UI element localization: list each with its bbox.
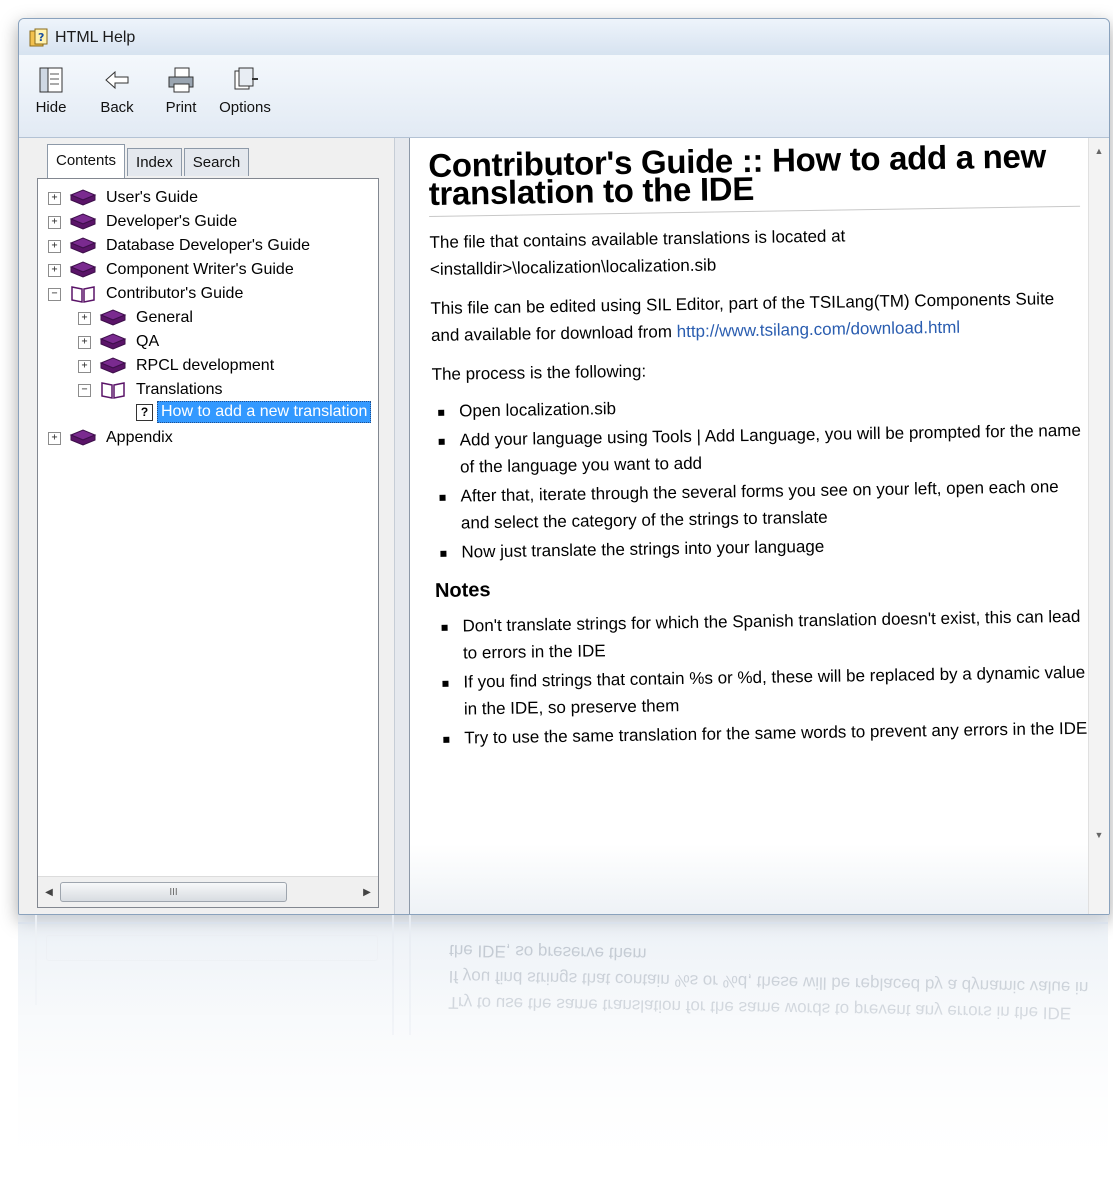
printer-icon [168,67,194,93]
tree-node-general[interactable]: + General [78,307,196,329]
scroll-up-icon[interactable]: ▲ [1089,142,1109,160]
expand-toggle[interactable]: + [48,215,61,229]
closed-book-icon [69,429,97,446]
pane-splitter[interactable] [394,138,410,914]
tree-node-users-guide[interactable]: + User's Guide [48,187,201,209]
tree-node-label: RPCL development [136,357,275,374]
open-book-icon [71,286,95,303]
page-title: Contributor's Guide :: How to add a new … [428,133,1081,217]
tree-node-label: Appendix [106,429,173,446]
tree-node-contributors-guide[interactable]: − Contributor's Guide [48,283,246,305]
topic-content: Contributor's Guide :: How to add a new … [428,133,1091,914]
content-footer-band [410,844,1089,914]
toolbar: Hide Back Print Options [19,55,1109,138]
tree-node-developers-guide[interactable]: + Developer's Guide [48,211,240,233]
scroll-down-icon[interactable]: ▼ [1089,826,1109,844]
tree-node-label: Developer's Guide [106,213,238,230]
notes-heading: Notes [434,579,491,602]
scroll-left-icon[interactable]: ◀ [40,883,58,901]
location-paragraph: The file that contains available transla… [429,226,846,279]
closed-book-icon [99,357,127,374]
editor-paragraph: This file can be edited using SIL Editor… [430,285,1082,349]
tab-contents[interactable]: Contents [47,144,126,178]
print-label: Print [165,99,197,116]
closed-book-icon [99,309,127,326]
tree-node-label: How to add a new translation [157,401,372,423]
tree-node-label: QA [136,333,160,350]
tree-node-translations[interactable]: − Translations [78,379,226,401]
expand-toggle[interactable]: + [48,263,61,277]
tree-node-label: General [136,309,193,326]
options-button[interactable]: Options [215,63,275,116]
content-vertical-scrollbar[interactable]: ▲ ▼ [1088,138,1109,914]
list-item: After that, iterate through the several … [433,473,1085,537]
expand-toggle[interactable]: + [48,239,61,253]
hide-icon [39,67,63,93]
svg-text:?: ? [38,31,44,44]
tree-horizontal-scrollbar[interactable]: ◀ III ▶ [38,876,378,907]
tab-search[interactable]: Search [183,148,250,176]
tree-node-label: Contributor's Guide [106,285,244,302]
hide-button[interactable]: Hide [21,63,81,116]
expand-toggle[interactable]: + [78,359,91,373]
options-icon [234,67,258,90]
contents-tree: + User's Guide + Developer's Guide + Dat… [38,179,378,875]
tab-index[interactable]: Index [127,148,182,176]
back-button[interactable]: Back [87,63,147,116]
scrollbar-thumb[interactable]: III [60,882,287,902]
tree-node-label: Database Developer's Guide [106,237,311,254]
reflection-fade [18,915,1108,1180]
process-intro: The process is the following: [431,361,647,384]
tree-node-qa[interactable]: + QA [78,331,162,353]
expand-toggle[interactable]: + [48,191,61,205]
expand-toggle[interactable]: + [78,335,91,349]
expand-toggle[interactable]: + [78,311,91,325]
tree-node-component-writers-guide[interactable]: + Component Writer's Guide [48,259,297,281]
options-label: Options [219,99,271,116]
list-item: Don't translate strings for which the Sp… [435,603,1087,667]
nav-tabs: Contents Index Search [47,144,251,178]
tree-node-label: Translations [136,381,223,398]
window-reflection: Try to use the same translation for the … [18,915,1108,1180]
list-item: If you find strings that contain %s or %… [436,659,1088,723]
topic-content-pane: Contributor's Guide :: How to add a new … [409,133,1109,914]
window-title: HTML Help [55,29,136,46]
steps-list: Open localization.sib Add your language … [432,388,1086,566]
hide-label: Hide [35,99,67,116]
open-book-icon [101,382,125,399]
notes-list: Don't translate strings for which the Sp… [435,603,1088,752]
tree-node-appendix[interactable]: + Appendix [48,427,176,449]
collapse-toggle[interactable]: − [48,287,61,301]
tree-node-how-to-add-translation[interactable]: ? How to add a new translation [136,401,372,423]
tree-node-rpcl-development[interactable]: + RPCL development [78,355,277,377]
list-item: Add your language using Tools | Add Lang… [432,417,1084,481]
print-button[interactable]: Print [151,63,211,116]
closed-book-icon [69,213,97,230]
help-app-icon: ? [29,28,48,47]
navigation-pane: Contents Index Search + User's Guide + D… [19,138,394,914]
back-arrow-icon [105,70,129,90]
closed-book-icon [69,189,97,206]
collapse-toggle[interactable]: − [78,383,91,397]
closed-book-icon [69,261,97,278]
help-topic-icon: ? [136,403,153,421]
tree-node-label: User's Guide [106,189,198,206]
expand-toggle[interactable]: + [48,431,61,445]
tree-node-database-developers-guide[interactable]: + Database Developer's Guide [48,235,313,257]
closed-book-icon [69,237,97,254]
help-window: ? HTML Help – ▫ ✕ Hide [18,18,1110,915]
download-link[interactable]: http://www.tsilang.com/download.html [677,318,961,341]
contents-tree-frame: + User's Guide + Developer's Guide + Dat… [37,178,379,908]
back-label: Back [100,99,134,116]
title-bar: ? HTML Help [19,19,1109,55]
scroll-right-icon[interactable]: ▶ [358,883,376,901]
closed-book-icon [99,333,127,350]
tree-node-label: Component Writer's Guide [106,261,294,278]
